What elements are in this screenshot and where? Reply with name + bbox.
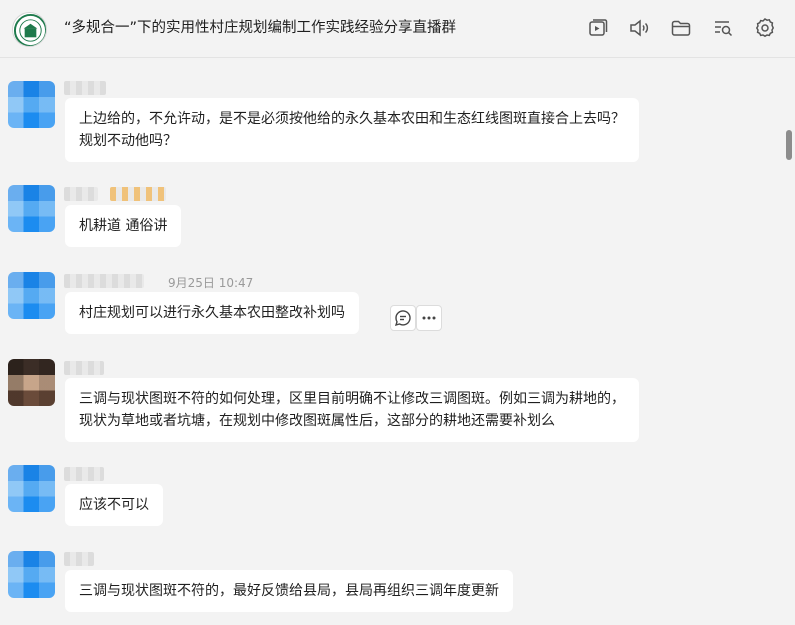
message-list[interactable]: 上边给的，不允许动，是不是必须按他给的永久基本农田和生态红线图斑直接合上去吗？ … (0, 59, 783, 625)
sender-name[interactable] (64, 187, 98, 201)
avatar[interactable] (8, 272, 55, 319)
sender-name[interactable] (64, 81, 106, 95)
chat-header: “多规合一”下的实用性村庄规划编制工作实践经验分享直播群 (0, 0, 795, 58)
search-history-icon[interactable] (711, 16, 735, 40)
message-timestamp: 9月25日 10:47 (168, 276, 254, 290)
sender-name[interactable] (64, 361, 104, 375)
message-bubble[interactable]: 上边给的，不允许动，是不是必须按他给的永久基本农田和生态红线图斑直接合上去吗？ … (65, 98, 639, 162)
avatar[interactable] (8, 465, 55, 512)
scrollbar-thumb[interactable] (786, 130, 792, 160)
more-icon (422, 316, 436, 320)
settings-icon[interactable] (753, 16, 777, 40)
message-bubble[interactable]: 应该不可以 (65, 484, 163, 526)
speaker-icon[interactable] (627, 16, 651, 40)
quote-reply-icon (394, 310, 411, 327)
quote-reply-button[interactable] (390, 305, 416, 331)
scrollbar[interactable] (783, 59, 795, 625)
sender-badge (110, 187, 166, 201)
video-icon[interactable] (586, 16, 610, 40)
folder-icon[interactable] (669, 16, 693, 40)
more-options-button[interactable] (416, 305, 442, 331)
message-bubble[interactable]: 村庄规划可以进行永久基本农田整改补划吗 (65, 292, 359, 334)
group-title: “多规合一”下的实用性村庄规划编制工作实践经验分享直播群 (64, 20, 457, 36)
message-bubble[interactable]: 三调与现状图斑不符的，最好反馈给县局，县局再组织三调年度更新 (65, 570, 513, 612)
group-avatar[interactable] (12, 12, 47, 47)
avatar[interactable] (8, 551, 55, 598)
message-bubble[interactable]: 三调与现状图斑不符的如何处理，区里目前明确不让修改三调图斑。例如三调为耕地的， … (65, 378, 639, 442)
sender-name[interactable] (64, 274, 144, 288)
sender-name[interactable] (64, 467, 104, 481)
sender-name[interactable] (64, 552, 94, 566)
avatar[interactable] (8, 81, 55, 128)
message-bubble[interactable]: 机耕道 通俗讲 (65, 205, 182, 247)
avatar[interactable] (8, 359, 55, 406)
avatar[interactable] (8, 185, 55, 232)
